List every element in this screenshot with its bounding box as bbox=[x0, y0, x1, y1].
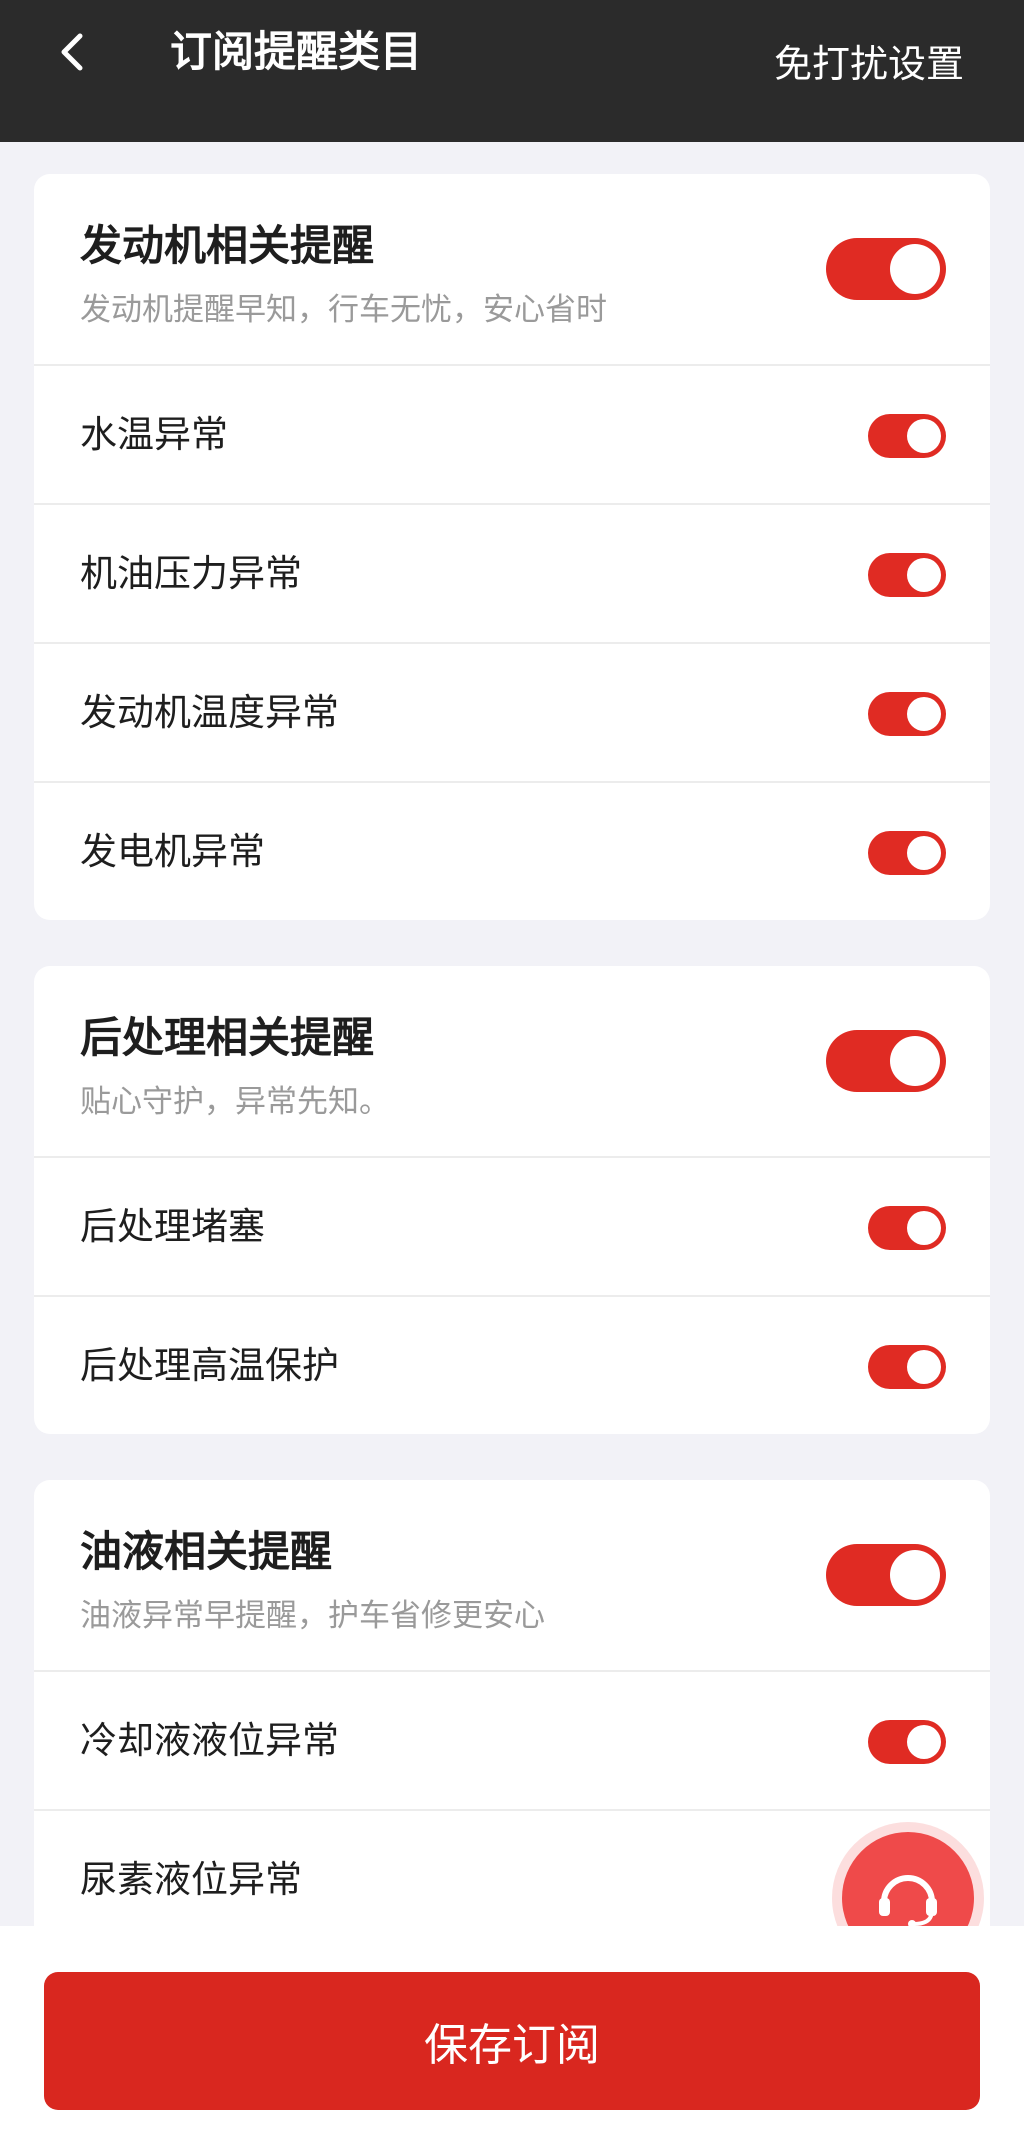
list-item: 发动机温度异常 bbox=[34, 644, 990, 783]
toggle-knob bbox=[907, 419, 941, 453]
generator-toggle[interactable] bbox=[868, 831, 946, 875]
group-subtitle: 发动机提醒早知，行车无忧，安心省时 bbox=[80, 292, 607, 328]
item-label: 机油压力异常 bbox=[80, 552, 302, 595]
group-title: 后处理相关提醒 bbox=[80, 1013, 375, 1062]
toggle-knob bbox=[907, 1725, 941, 1759]
list-item: 发电机异常 bbox=[34, 783, 990, 920]
toggle-knob bbox=[907, 836, 941, 870]
list-item: 机油压力异常 bbox=[34, 505, 990, 644]
chevron-left-icon bbox=[61, 33, 83, 71]
headset-icon bbox=[879, 1875, 937, 1928]
item-label: 冷却液液位异常 bbox=[80, 1719, 339, 1762]
engine-alerts-card: 发动机相关提醒 发动机提醒早知，行车无忧，安心省时 水温异常 机油压力异常 发动… bbox=[34, 174, 990, 920]
list-item: 后处理堵塞 bbox=[34, 1158, 990, 1297]
toggle-knob bbox=[890, 244, 940, 294]
toggle-knob bbox=[907, 1211, 941, 1245]
list-item: 冷却液液位异常 bbox=[34, 1672, 990, 1811]
toggle-knob bbox=[907, 558, 941, 592]
group-title: 油液相关提醒 bbox=[80, 1527, 333, 1576]
toggle-knob bbox=[907, 1350, 941, 1384]
aftertreatment-alerts-card: 后处理相关提醒 贴心守护，异常先知。 后处理堵塞 后处理高温保护 bbox=[34, 966, 990, 1434]
item-label: 尿素液位异常 bbox=[80, 1858, 302, 1901]
fluid-alerts-toggle[interactable] bbox=[826, 1544, 946, 1606]
aftertreatment-high-temp-toggle[interactable] bbox=[868, 1345, 946, 1389]
bottom-bar: 保存订阅 bbox=[0, 1926, 1024, 2133]
group-header: 后处理相关提醒 贴心守护，异常先知。 bbox=[34, 966, 990, 1158]
list-item: 水温异常 bbox=[34, 366, 990, 505]
toggle-knob bbox=[907, 697, 941, 731]
group-title: 发动机相关提醒 bbox=[80, 221, 375, 270]
coolant-level-toggle[interactable] bbox=[868, 1720, 946, 1764]
item-label: 发电机异常 bbox=[80, 830, 265, 873]
item-label: 后处理堵塞 bbox=[80, 1205, 265, 1248]
item-label: 后处理高温保护 bbox=[80, 1344, 339, 1387]
engine-temp-toggle[interactable] bbox=[868, 692, 946, 736]
water-temp-toggle[interactable] bbox=[868, 414, 946, 458]
group-subtitle: 油液异常早提醒，护车省修更安心 bbox=[80, 1598, 545, 1634]
group-header: 发动机相关提醒 发动机提醒早知，行车无忧，安心省时 bbox=[34, 174, 990, 366]
oil-pressure-toggle[interactable] bbox=[868, 553, 946, 597]
item-label: 发动机温度异常 bbox=[80, 691, 339, 734]
engine-alerts-toggle[interactable] bbox=[826, 238, 946, 300]
group-subtitle: 贴心守护，异常先知。 bbox=[80, 1084, 390, 1120]
top-bar: 订阅提醒类目 免打扰设置 bbox=[0, 0, 1024, 142]
page-title: 订阅提醒类目 bbox=[170, 27, 423, 76]
toggle-knob bbox=[890, 1550, 940, 1600]
aftertreatment-alerts-toggle[interactable] bbox=[826, 1030, 946, 1092]
do-not-disturb-settings-link[interactable]: 免打扰设置 bbox=[774, 34, 964, 94]
save-subscription-button[interactable]: 保存订阅 bbox=[44, 1972, 980, 2110]
item-label: 水温异常 bbox=[80, 413, 228, 456]
back-button[interactable] bbox=[50, 22, 94, 82]
group-header: 油液相关提醒 油液异常早提醒，护车省修更安心 bbox=[34, 1480, 990, 1672]
aftertreatment-clog-toggle[interactable] bbox=[868, 1206, 946, 1250]
list-item: 后处理高温保护 bbox=[34, 1297, 990, 1434]
toggle-knob bbox=[890, 1036, 940, 1086]
